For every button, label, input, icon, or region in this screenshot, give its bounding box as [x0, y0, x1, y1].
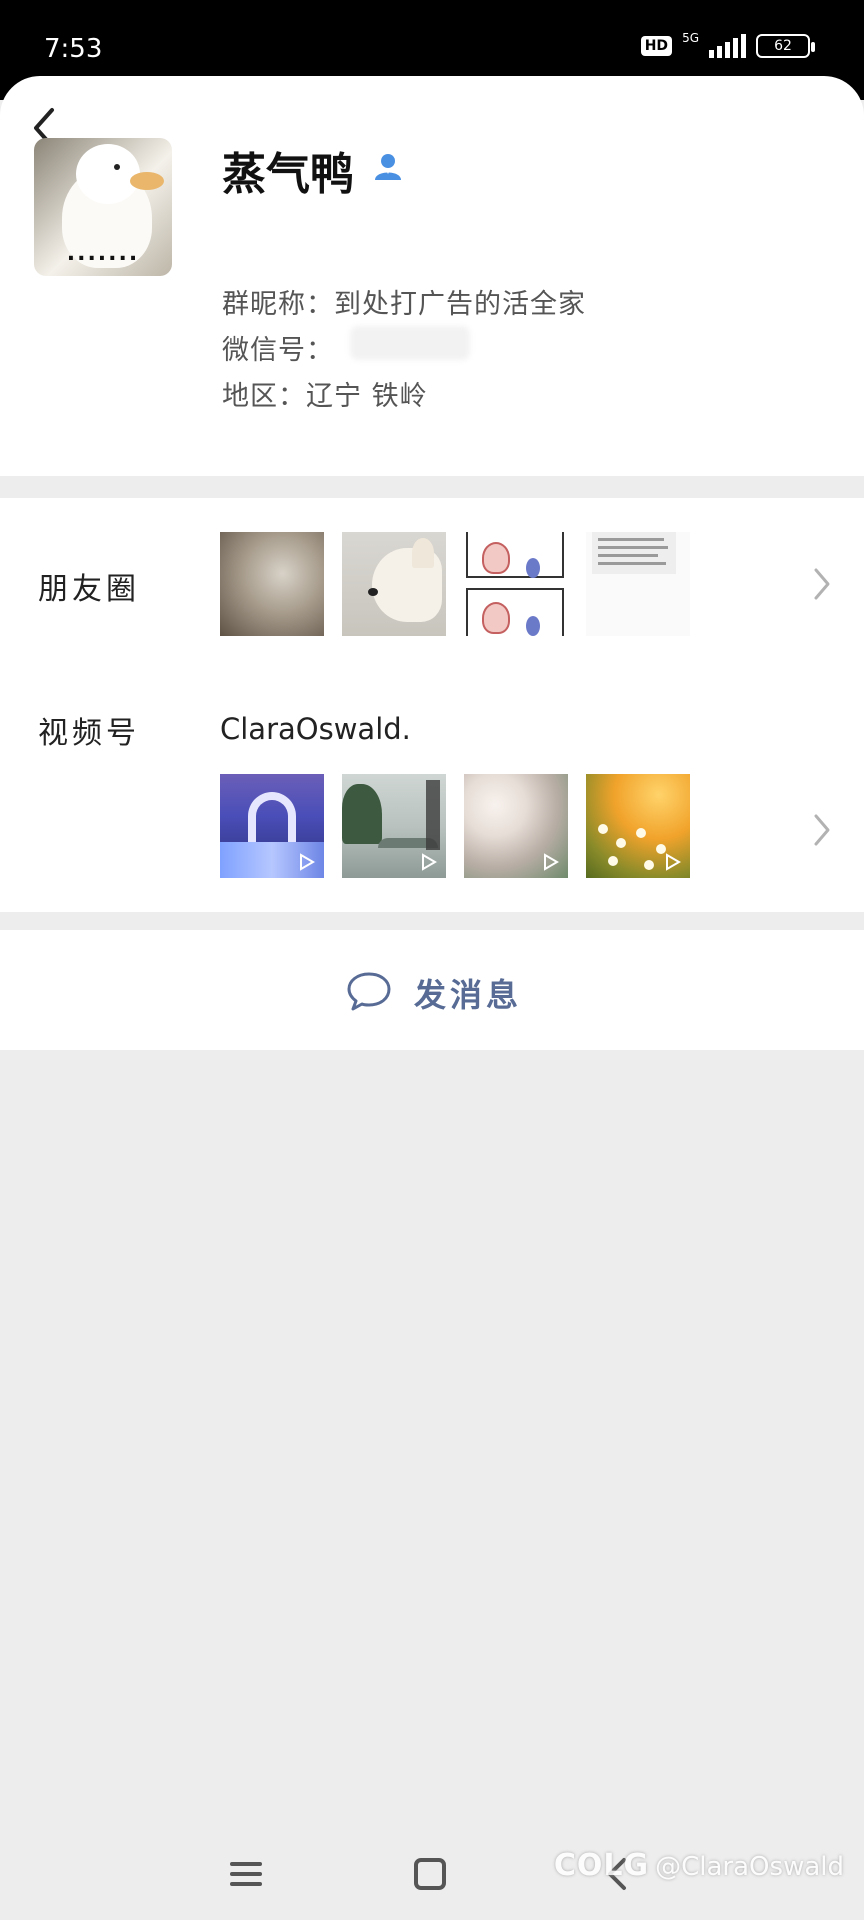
channel-video-thumb — [586, 774, 690, 878]
chat-bubble-icon — [347, 972, 391, 1011]
channels-chevron-right-icon[interactable] — [810, 810, 834, 850]
region: 地区：辽宁 铁岭 — [222, 381, 428, 412]
flower — [598, 824, 608, 834]
send-message-button[interactable]: 发消息 — [0, 930, 864, 1050]
watermark: COLG @ClaraOswald — [554, 1848, 844, 1883]
profile-name: 蒸气鸭 — [222, 149, 354, 200]
dog-ear — [412, 538, 434, 568]
channels-label: 视频号 — [38, 716, 140, 751]
menu-icon[interactable] — [226, 1854, 266, 1894]
comic-drop — [526, 558, 540, 578]
watermark-handle: @ClaraOswald — [655, 1852, 844, 1882]
duck-beak — [130, 172, 164, 190]
status-icons: HD 5G 62 — [640, 31, 815, 58]
moments-thumb — [586, 532, 690, 636]
moments-thumb — [220, 532, 324, 636]
comic-drop — [526, 616, 540, 636]
moments-thumb — [464, 532, 568, 636]
home-icon[interactable] — [410, 1854, 450, 1894]
comic-character — [482, 602, 510, 634]
wechat-id-label: 微信号： — [222, 335, 334, 366]
flower — [644, 860, 654, 870]
text-line — [598, 562, 666, 565]
comic-panel — [466, 588, 564, 636]
lake-trees — [342, 784, 382, 844]
stage-arch — [248, 792, 296, 848]
play-icon — [666, 853, 681, 871]
watermark-logo: COLG — [553, 1848, 650, 1883]
flower — [636, 828, 646, 838]
moments-chevron-right-icon[interactable] — [810, 564, 834, 604]
status-time: 7:53 — [44, 34, 103, 64]
play-icon — [300, 853, 315, 871]
lake-caption-strip — [426, 780, 440, 850]
moments-row[interactable]: 朋友圈 — [0, 498, 864, 670]
channel-video-thumb — [220, 774, 324, 878]
text-line — [598, 554, 658, 557]
duck-eye — [114, 164, 120, 170]
comic-panel — [466, 532, 564, 578]
channels-row[interactable]: 视频号 — [0, 670, 864, 912]
comic-character — [482, 542, 510, 574]
moments-label: 朋友圈 — [38, 572, 140, 607]
channel-video-thumb — [464, 774, 568, 878]
send-message-label: 发消息 — [414, 976, 523, 1014]
play-icon — [544, 853, 559, 871]
hd-icon: HD — [640, 36, 673, 56]
play-icon — [422, 853, 437, 871]
channel-video-thumb — [342, 774, 446, 878]
text-line — [598, 546, 668, 549]
signal-icon — [709, 34, 746, 58]
profile-card — [0, 76, 864, 476]
avatar[interactable]: ....... — [34, 138, 172, 276]
avatar-caption: ....... — [66, 241, 140, 266]
battery-icon: 62 — [756, 34, 815, 58]
group-nickname: 群昵称：到处打广告的活全家 — [222, 289, 586, 320]
profile-person-icon — [375, 154, 401, 180]
text-line — [598, 538, 664, 541]
dog-nose — [368, 588, 378, 596]
channel-account-name: ClaraOswald. — [220, 712, 411, 746]
moments-thumb — [342, 532, 446, 636]
battery-level: 62 — [774, 38, 792, 54]
duck-head — [76, 144, 140, 204]
network-type: 5G — [682, 31, 699, 45]
wechat-id-blurred — [350, 326, 470, 360]
flower — [616, 838, 626, 848]
flower — [608, 856, 618, 866]
